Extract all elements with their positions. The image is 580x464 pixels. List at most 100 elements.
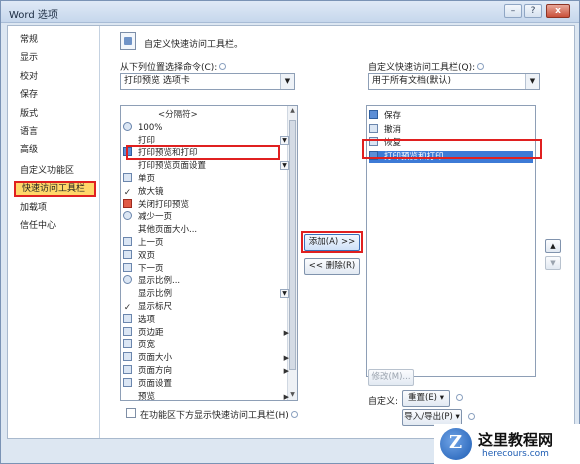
shrink-icon [123,211,132,221]
list-item-label: 页面大小 [138,353,173,364]
blank-icon [123,391,132,400]
list-item-label: 页宽 [138,340,156,351]
remove-button[interactable]: << 删除(R) [304,258,360,275]
reset-button[interactable]: 重置(E) ▾ [402,390,450,407]
scroll-down-icon[interactable]: ▼ [288,390,297,400]
nav-item[interactable]: 快速访问工具栏 [14,181,96,198]
list-item-label: 其他页面大小... [138,225,198,236]
customize-label: 自定义: [368,397,399,407]
list-item[interactable]: 其他页面大小... [123,224,271,236]
list-item-label: 恢复 [384,138,402,148]
blank-icon [123,109,132,118]
blank-icon [123,160,132,169]
quick-access-toolbar-icon [120,32,136,50]
nav-item[interactable]: 高级 [14,142,96,158]
move-up-button[interactable]: ▲ [545,239,561,253]
minimize-button[interactable]: – [504,4,522,18]
list-item[interactable]: 上一页 [123,237,271,249]
options-icon [123,313,132,323]
redo-icon [369,137,378,146]
nav-item[interactable]: 保存 [14,87,96,103]
list-item[interactable]: 页边距 ▶ [123,326,289,339]
list-item-label: 显示标尺 [138,302,173,312]
list-item[interactable]: 选项 [123,313,271,326]
list-item-label: 页面设置 [138,378,173,389]
watermark-url: herecours.com [482,449,549,459]
submenu-arrow-icon: ▶ [283,328,289,337]
scroll-up-icon[interactable]: ▲ [288,106,297,116]
list-item[interactable]: 减少一页 [123,211,271,223]
check-icon: ✓ [123,303,132,313]
list-item[interactable]: 显示比例 ▼ [123,288,289,300]
nav-item[interactable]: 常规 [14,32,96,48]
list-item[interactable]: 双页 [123,249,271,262]
list-item[interactable]: 打印预览和打印 [123,147,271,159]
nav-item[interactable]: 版式 [14,106,96,122]
list-item-label: 打印预览和打印 [384,151,444,162]
nav-item[interactable]: 校对 [14,69,96,85]
nav-item[interactable]: 自定义功能区 [14,163,96,179]
info-icon [456,394,463,401]
blank-icon [123,224,132,233]
list-item[interactable]: <分隔符> [123,109,271,121]
nav-item[interactable]: 信任中心 [14,218,96,234]
choose-commands-select[interactable]: 打印预览 选项卡 ▼ [120,73,295,90]
list-item-label: 减少一页 [138,212,173,223]
list-item[interactable]: 撤消▶ [369,123,533,136]
list-item[interactable]: ✓ 放大镜 [123,186,271,198]
list-item[interactable]: 页面设置 [123,377,271,390]
site-watermark: 这里教程网 herecours.com [434,424,580,464]
close-red-icon [123,198,132,208]
customize-toolbar-label: 自定义快速访问工具栏(Q): [368,60,485,73]
info-icon [468,413,475,420]
toolbar-items-list[interactable]: 保存撤消▶ 恢复打印预览和打印 [366,105,536,377]
list-item-label: 打印预览页面设置 [138,161,207,172]
below-ribbon-label: 在功能区下方显示快速访问工具栏(H) [140,408,298,421]
list-item[interactable]: 打印预览和打印 [369,150,533,163]
nav-item[interactable]: 显示 [14,50,96,66]
list-item[interactable]: 打印 ▼ [123,135,289,147]
page-setup-icon [123,377,132,387]
add-button[interactable]: 添加(A) >> [304,234,360,251]
prev-page-icon [123,237,132,246]
help-button[interactable]: ? [524,4,542,18]
list-item-label: <分隔符> [158,110,198,120]
dropdown-marker-icon: ▼ [280,135,289,145]
list-item[interactable]: 预览 ▶ [123,391,289,400]
list-item[interactable]: 显示比例... [123,275,271,287]
info-icon [290,411,298,418]
below-ribbon-checkbox[interactable] [126,408,136,418]
list-item[interactable]: 页面大小 ▶ [123,352,289,364]
list-item[interactable]: 单页 [123,173,271,185]
print-preview-icon [123,147,132,157]
customize-toolbar-select[interactable]: 用于所有文档(默认) ▼ [368,73,540,90]
list-item-label: 打印预览和打印 [138,148,198,159]
modify-button[interactable]: 修改(M)... [368,369,414,386]
list-item[interactable]: 关闭打印预览 [123,198,271,211]
page-size-icon [123,352,132,362]
list-item[interactable]: ✓ 显示标尺 [123,301,271,313]
list-item[interactable]: 打印预览页面设置 ▼ [123,160,289,172]
list-item[interactable]: 恢复 [369,137,533,149]
list-item[interactable]: 下一页 [123,262,271,275]
site-logo [440,428,472,460]
close-button[interactable]: x [546,4,570,18]
submenu-arrow-icon: ▶ [283,367,289,375]
quick-access-panel: 自定义快速访问工具栏。 从下列位置选择命令(C): 打印预览 选项卡 ▼ 自定义快… [102,26,574,438]
options-nav: 常规显示校对保存版式语言高级自定义功能区 快速访问工具栏 加载项信任中心 [8,26,100,438]
scroll-thumb[interactable] [289,120,296,370]
move-down-button[interactable]: ▼ [545,256,561,270]
two-page-icon [123,249,132,259]
check-icon: ✓ [123,187,132,198]
info-icon [219,63,227,70]
page-width-icon [123,339,132,349]
list-item[interactable]: 页面方向 ▶ [123,365,289,377]
section-heading: 自定义快速访问工具栏。 [144,40,244,50]
list-item[interactable]: 100% [123,121,271,134]
list-item-label: 打印 [138,135,156,146]
commands-list[interactable]: ▲ ▼ <分隔符> 100% 打印 ▼ 打印预览和打印 打印预览页面设置 ▼ 单页 ✓ 放大镜 关闭… [120,105,298,401]
nav-item[interactable]: 加载项 [14,200,96,216]
list-item[interactable]: 保存 [369,110,533,122]
list-item[interactable]: 页宽 [123,339,271,351]
nav-item[interactable]: 语言 [14,124,96,140]
